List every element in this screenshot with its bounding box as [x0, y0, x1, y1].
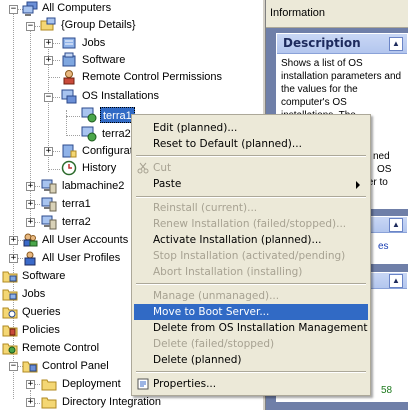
- menu-item-manage[interactable]: Manage (unmanaged)...: [134, 288, 368, 304]
- menu-item-label: Cut: [153, 162, 172, 174]
- menu-item-label: Paste: [153, 178, 182, 190]
- policies-icon: [2, 325, 18, 337]
- description-title: Description: [283, 36, 361, 50]
- description-fragment: OS: [377, 164, 392, 175]
- menu-item-properties[interactable]: Properties...: [134, 376, 368, 392]
- tree-item-jobs[interactable]: Jobs: [80, 35, 107, 51]
- tree-collapse-toggle[interactable]: −: [44, 93, 53, 102]
- menu-separator: [136, 196, 366, 198]
- tree-item-remote-control-permissions[interactable]: Remote Control Permissions: [80, 69, 224, 85]
- tree-expand-toggle[interactable]: +: [9, 236, 18, 245]
- menu-item-edit-planned[interactable]: Edit (planned)...: [134, 120, 368, 136]
- software-folder-icon: [2, 271, 18, 283]
- tree-collapse-toggle[interactable]: −: [26, 22, 35, 31]
- menu-item-reinstall[interactable]: Reinstall (current)...: [134, 200, 368, 216]
- description-fragment: ned: [373, 151, 390, 162]
- tree-item-queries[interactable]: Queries: [20, 304, 63, 320]
- menu-item-delete-failed-stopped[interactable]: Delete (failed/stopped): [134, 336, 368, 352]
- computer-icon: [41, 215, 57, 230]
- tree-expand-toggle[interactable]: +: [9, 254, 18, 263]
- menu-item-delete-planned[interactable]: Delete (planned): [134, 352, 368, 368]
- menu-item-move-to-boot-server[interactable]: Move to Boot Server...: [134, 304, 368, 320]
- information-header: Information: [266, 0, 408, 28]
- tree-item-all-computers[interactable]: All Computers: [40, 0, 113, 16]
- tree-collapse-toggle[interactable]: −: [9, 5, 18, 14]
- collapse-panel-icon[interactable]: ▲: [389, 37, 403, 51]
- tree-item-all-user-profiles[interactable]: All User Profiles: [40, 250, 122, 266]
- user-accounts-icon: [23, 233, 38, 247]
- submenu-arrow-icon: [356, 181, 360, 189]
- tree-expand-toggle[interactable]: +: [44, 147, 53, 156]
- menu-item-activate-installation[interactable]: Activate Installation (planned)...: [134, 232, 368, 248]
- os-install-item-icon: [81, 107, 97, 123]
- menu-item-renew-installation[interactable]: Renew Installation (failed/stopped)...: [134, 216, 368, 232]
- software-icon: [62, 52, 76, 67]
- menu-item-label: Properties...: [153, 378, 217, 390]
- os-install-item-icon: [81, 126, 97, 142]
- tree-expand-toggle[interactable]: +: [44, 56, 53, 65]
- description-panel-header: Description ▲: [277, 34, 407, 54]
- menu-item-paste[interactable]: Paste: [134, 176, 368, 192]
- tree-item-labmachine2[interactable]: labmachine2: [60, 178, 126, 194]
- tree-item-software[interactable]: Software: [80, 52, 127, 68]
- remote-control-icon: [2, 343, 18, 355]
- tree-item-remote-control[interactable]: Remote Control: [20, 340, 101, 356]
- tree-item-history[interactable]: History: [80, 160, 118, 176]
- tree-item-all-user-accounts[interactable]: All User Accounts: [40, 232, 130, 248]
- group-details-icon: [40, 17, 56, 31]
- tree-connector: [66, 110, 67, 136]
- os-installations-icon: [61, 89, 77, 104]
- panel-value-fragment: 58: [381, 385, 393, 396]
- menu-item-cut[interactable]: Cut: [134, 160, 368, 176]
- queries-icon: [2, 307, 18, 319]
- tree-expand-toggle[interactable]: +: [26, 380, 35, 389]
- context-menu: Edit (planned)... Reset to Default (plan…: [131, 114, 371, 396]
- tree-item-software-root[interactable]: Software: [20, 268, 67, 284]
- tree-item-control-panel[interactable]: Control Panel: [40, 358, 111, 374]
- menu-item-reset-to-default[interactable]: Reset to Default (planned)...: [134, 136, 368, 152]
- tree-item-os-installations[interactable]: OS Installations: [80, 88, 161, 104]
- remote-control-permissions-icon: [63, 70, 75, 85]
- tree-item-terra2-computer[interactable]: terra2: [60, 214, 93, 230]
- menu-separator: [136, 283, 366, 285]
- user-profiles-icon: [24, 251, 36, 266]
- menu-item-stop-installation[interactable]: Stop Installation (activated/pending): [134, 248, 368, 264]
- tree-item-jobs-root[interactable]: Jobs: [20, 286, 47, 302]
- configuration-icon: [62, 144, 77, 158]
- tree-expand-toggle[interactable]: +: [26, 218, 35, 227]
- tree-item-directory-integration[interactable]: Directory Integration: [60, 394, 163, 410]
- tree-collapse-toggle[interactable]: −: [9, 362, 18, 371]
- scissors-icon: [137, 162, 149, 174]
- tree-item-terra1-installation[interactable]: terra1: [100, 107, 135, 123]
- folder-icon: [41, 397, 57, 409]
- folder-icon: [41, 379, 57, 391]
- tree-expand-toggle[interactable]: +: [44, 39, 53, 48]
- tree-item-terra2-installation[interactable]: terra2: [100, 126, 133, 142]
- history-icon: [61, 160, 77, 176]
- panel-link-fragment[interactable]: es: [378, 241, 389, 252]
- control-panel-icon: [22, 361, 38, 373]
- tree-item-group-details[interactable]: {Group Details}: [59, 17, 138, 33]
- collapse-panel-icon[interactable]: ▲: [389, 274, 403, 288]
- tree-item-policies[interactable]: Policies: [20, 322, 62, 338]
- tree-expand-toggle[interactable]: +: [26, 398, 35, 407]
- tree-expand-toggle[interactable]: +: [26, 182, 35, 191]
- computers-icon: [22, 1, 38, 16]
- tree-item-terra1-computer[interactable]: terra1: [60, 196, 93, 212]
- menu-item-abort-installation[interactable]: Abort Installation (installing): [134, 264, 368, 280]
- jobs-icon: [62, 37, 76, 49]
- collapse-panel-icon[interactable]: ▲: [389, 218, 403, 232]
- tree-item-deployment[interactable]: Deployment: [60, 376, 123, 392]
- menu-separator: [136, 155, 366, 157]
- computer-icon: [41, 179, 57, 194]
- menu-item-delete-from-os-installation-management[interactable]: Delete from OS Installation Management: [134, 320, 368, 336]
- computer-icon: [41, 197, 57, 212]
- tree-expand-toggle[interactable]: +: [26, 200, 35, 209]
- jobs-folder-icon: [2, 289, 18, 301]
- properties-icon: [137, 378, 149, 390]
- menu-separator: [136, 371, 366, 373]
